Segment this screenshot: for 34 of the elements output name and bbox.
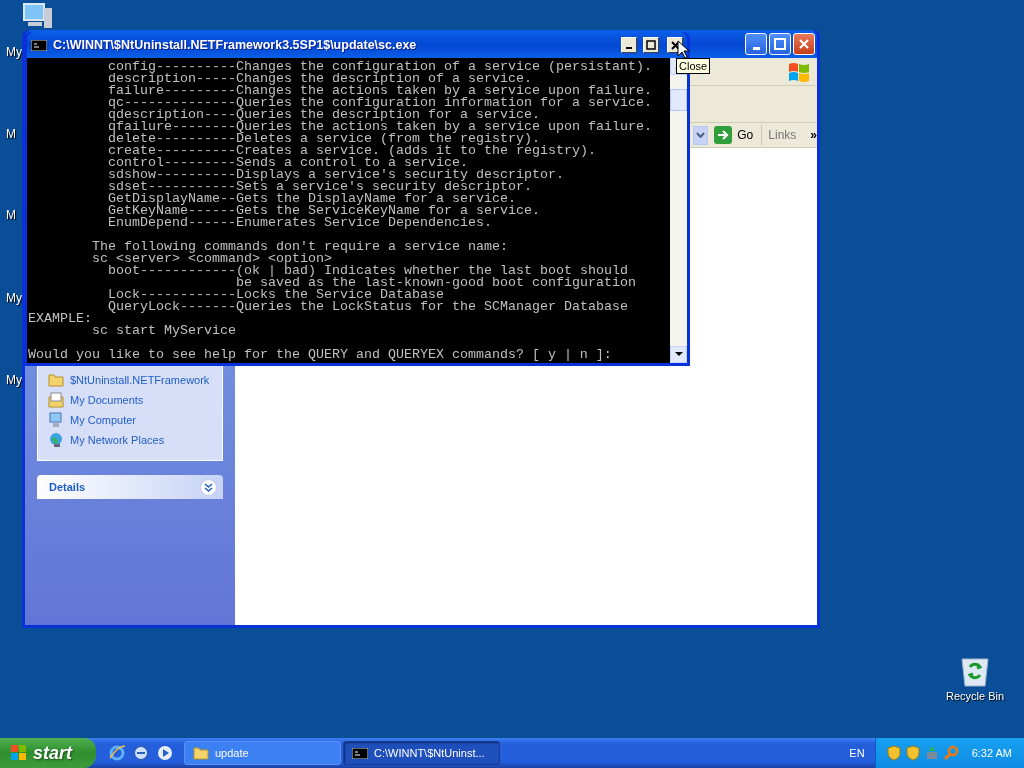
language-indicator[interactable]: EN <box>849 747 865 759</box>
console-line: config----------Changes the configuration of a service (persistant). <box>108 59 652 74</box>
console-line: sc start MyService <box>92 323 236 338</box>
console-line: EXAMPLE: <box>28 311 92 326</box>
place-link[interactable]: My Documents <box>48 390 222 410</box>
go-button[interactable]: Go <box>714 125 763 145</box>
clock: 6:32 AM <box>971 747 1012 759</box>
tooltip: Close <box>676 58 711 74</box>
more-button[interactable]: » <box>810 128 817 142</box>
place-link[interactable]: $NtUninstall.NETFramework <box>48 370 222 390</box>
taskbar-button[interactable]: update <box>184 741 341 765</box>
desktop-icon-label: M <box>6 208 16 222</box>
place-label: $NtUninstall.NETFramework <box>70 374 210 386</box>
console-line: QueryLock-------Queries the LockStatus for the SCManager Database <box>108 299 628 314</box>
links-label: Links <box>768 128 797 142</box>
place-link[interactable]: My Computer <box>48 410 222 430</box>
place-label: My Computer <box>70 414 137 426</box>
desktop-icon-label: My <box>6 373 22 387</box>
console-line: Would you like to see help for the QUERY and QUERYEX commands? [ y | n ]: <box>28 347 612 362</box>
recycle-bin-label: Recycle Bin <box>945 690 1005 702</box>
desktop-icon-label: My <box>6 291 22 305</box>
window-title: C:\WINNT\$NtUninstall.NETFramework3.5SP1$\update\sc.exe <box>53 38 418 52</box>
place-label: My Documents <box>70 394 144 406</box>
start-button[interactable]: start <box>0 738 96 768</box>
desktop-icon-label: My <box>6 45 22 59</box>
console-line: Lock------------Locks the Service Database <box>108 287 444 302</box>
place-link[interactable]: My Network Places <box>48 430 222 450</box>
console-line: sdshow----------Displays a service's security descriptor. <box>108 167 564 182</box>
details-header[interactable]: Details <box>37 475 223 499</box>
place-label: My Network Places <box>70 434 165 446</box>
console-line: The following commands don't require a service name: <box>92 239 508 254</box>
details-title: Details <box>49 481 86 493</box>
desktop-icon-label: M <box>6 127 16 141</box>
taskbar-button[interactable]: C:\WINNT\$NtUninst... <box>343 741 500 765</box>
